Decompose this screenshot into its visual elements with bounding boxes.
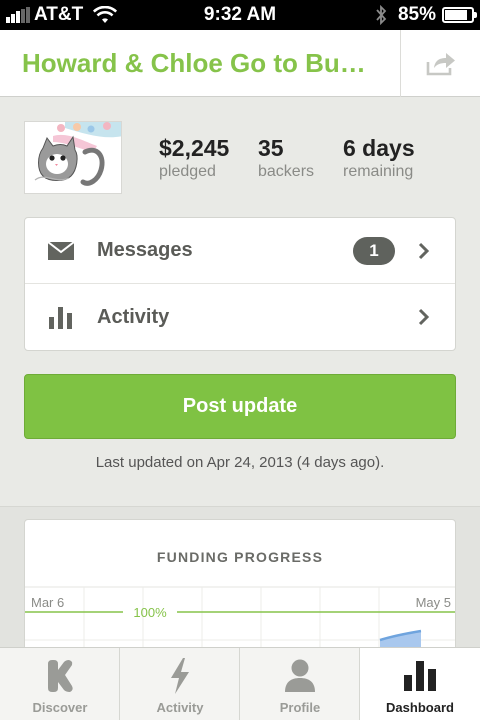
- tab-profile-label: Profile: [279, 700, 321, 715]
- nav-bar: Howard & Chloe Go to Bu…: [0, 30, 480, 97]
- bar-chart-icon: [404, 661, 436, 691]
- chart-end-date: May 5: [416, 595, 451, 610]
- tab-profile[interactable]: Profile: [240, 648, 360, 720]
- tab-bar: Discover Activity Profile Dashboard: [0, 647, 480, 720]
- battery-icon: [442, 7, 477, 23]
- chart-start-date: Mar 6: [31, 595, 64, 610]
- tab-dashboard-label: Dashboard: [386, 700, 454, 715]
- messages-label: Messages: [97, 239, 193, 261]
- project-stats: $2,245 pledged 35 backers 6 days remaini…: [24, 121, 456, 194]
- pledged-value: $2,245: [159, 135, 230, 161]
- status-bar: AT&T 9:32 AM 85%: [0, 0, 480, 30]
- kickstarter-k-icon: [48, 660, 73, 692]
- post-update-button[interactable]: Post update: [24, 374, 456, 439]
- share-icon: [426, 52, 455, 75]
- person-icon: [285, 659, 315, 692]
- bar-chart-icon: [49, 307, 72, 329]
- backers-label: backers: [258, 163, 315, 180]
- tab-activity[interactable]: Activity: [120, 648, 240, 720]
- envelope-icon: [48, 241, 74, 260]
- chevron-right-icon: [418, 308, 430, 326]
- tab-activity-label: Activity: [156, 700, 204, 715]
- chevron-right-icon: [418, 242, 430, 259]
- backers-value: 35: [258, 135, 284, 161]
- project-thumbnail[interactable]: [24, 121, 122, 194]
- stat-backers: 35 backers: [258, 135, 314, 181]
- tab-discover[interactable]: Discover: [0, 648, 120, 720]
- tab-dashboard[interactable]: Dashboard: [360, 648, 480, 720]
- status-right: 85%: [374, 4, 477, 26]
- project-image: [25, 122, 121, 193]
- project-title: Howard & Chloe Go to Bu…: [22, 48, 366, 78]
- remaining-label: remaining: [343, 163, 414, 180]
- dashboard-menu: Messages 1 Activity: [24, 217, 456, 351]
- share-button[interactable]: [400, 30, 480, 97]
- activity-label: Activity: [97, 305, 170, 328]
- messages-row[interactable]: Messages 1: [25, 218, 455, 284]
- lightning-bolt-icon: [171, 658, 189, 694]
- remaining-value: 6 days: [343, 135, 415, 161]
- stat-pledged: $2,245 pledged: [159, 135, 229, 181]
- battery-percent: 85%: [397, 4, 436, 25]
- bluetooth-icon: [376, 5, 387, 25]
- stat-remaining: 6 days remaining: [343, 135, 415, 181]
- activity-row[interactable]: Activity: [25, 284, 455, 350]
- pledged-label: pledged: [159, 163, 216, 180]
- messages-count-badge: 1: [353, 236, 395, 265]
- last-updated-text: Last updated on Apr 24, 2013 (4 days ago…: [95, 454, 385, 471]
- goal-label: 100%: [133, 605, 167, 620]
- tab-discover-label: Discover: [32, 700, 88, 715]
